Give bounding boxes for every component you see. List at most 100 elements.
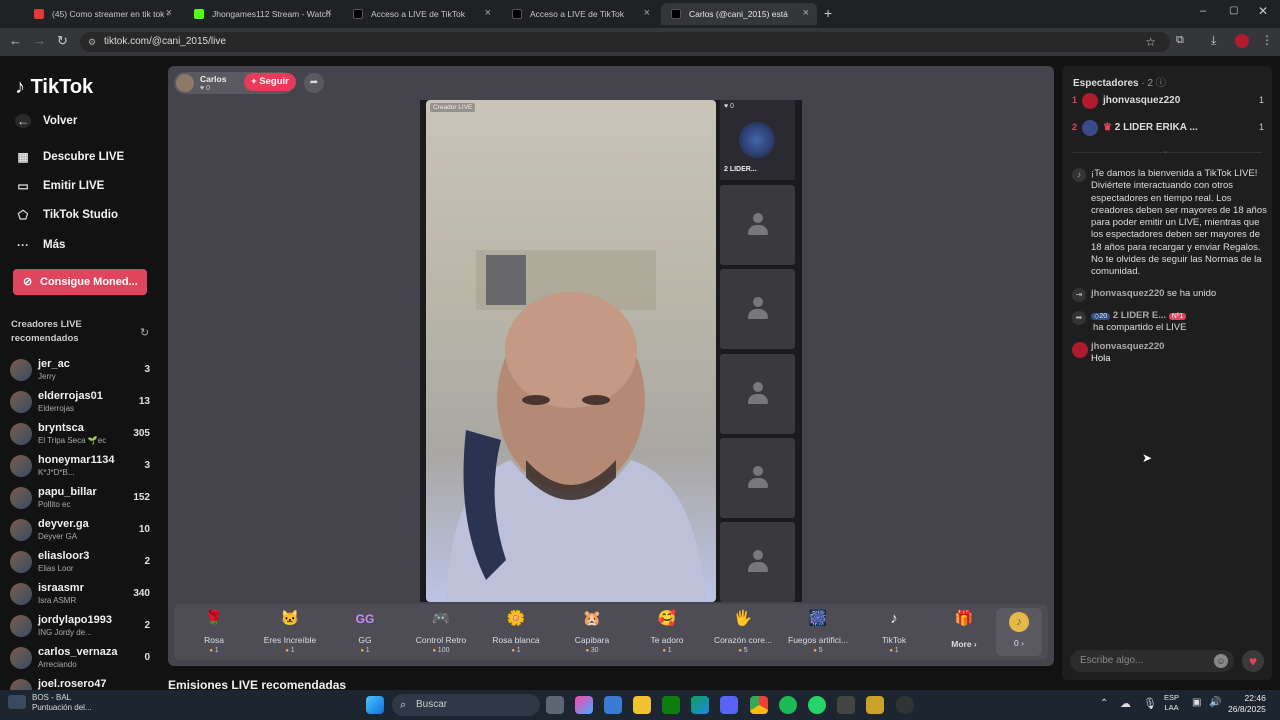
- share-icon[interactable]: ➦: [304, 73, 324, 93]
- like-heart-button[interactable]: ♥: [1242, 650, 1264, 672]
- close-tab-icon[interactable]: ×: [485, 7, 491, 19]
- back-link[interactable]: ← Volver: [15, 114, 77, 128]
- browser-tab-active[interactable]: Carlos (@cani_2015) está ×: [661, 3, 817, 25]
- task-view-icon[interactable]: [546, 696, 564, 714]
- spotify-icon[interactable]: [779, 696, 797, 714]
- event-user[interactable]: 2 LIDER E...: [1113, 310, 1166, 321]
- copilot-icon[interactable]: [575, 696, 593, 714]
- nav-more[interactable]: ··· Más: [15, 238, 65, 252]
- gift-name: Corazón core...: [713, 635, 773, 645]
- file-explorer-icon[interactable]: [633, 696, 651, 714]
- guest-slot[interactable]: ♥ 0 2 LIDER...: [720, 100, 795, 180]
- help-icon[interactable]: ⓘ: [1156, 78, 1166, 89]
- browser-tab[interactable]: Acceso a LIVE de TikTok ×: [343, 3, 499, 25]
- tab-title: Acceso a LIVE de TikTok: [530, 9, 625, 19]
- taskbar-search[interactable]: ⌕ Buscar: [392, 694, 540, 716]
- close-tab-icon[interactable]: ×: [803, 7, 809, 19]
- chrome-icon[interactable]: [750, 696, 768, 714]
- gift-item[interactable]: 🎮 Control Retro 100: [404, 608, 478, 654]
- profile-avatar[interactable]: [1235, 34, 1249, 48]
- gift-item[interactable]: 🌼 Rosa blanca 1: [479, 608, 553, 654]
- creator-item[interactable]: israasmr Isra ASMR 340: [10, 580, 150, 608]
- close-tab-icon[interactable]: ×: [326, 7, 332, 19]
- event-user[interactable]: jhonvasquez220: [1091, 288, 1164, 299]
- tiktok-logo[interactable]: ♪ TikTok: [15, 76, 93, 99]
- creator-item[interactable]: honeymar1134 K*J*D*B... 3: [10, 452, 150, 480]
- xbox-icon[interactable]: [662, 696, 680, 714]
- comment-user[interactable]: jhonvasquez220: [1091, 341, 1164, 352]
- creator-item[interactable]: deyver.ga Deyver GA 10: [10, 516, 150, 544]
- nav-tiktok-studio[interactable]: ⬠ TikTok Studio: [15, 208, 118, 222]
- empty-guest-slot[interactable]: [720, 269, 795, 349]
- cloud-icon[interactable]: ☁: [1120, 697, 1131, 710]
- gift-item[interactable]: 🌹 Rosa 1: [177, 608, 251, 654]
- browser-tab[interactable]: (45) Como streamer en tik tok - ×: [24, 3, 180, 25]
- get-coins-button[interactable]: ⊘ Consigue Moned...: [13, 269, 147, 295]
- edge-icon[interactable]: [691, 696, 709, 714]
- whatsapp-icon[interactable]: [808, 696, 826, 714]
- windows-start-icon[interactable]: [366, 696, 384, 714]
- coin-balance-button[interactable]: ♪ 0 ›: [996, 608, 1042, 656]
- forward-icon[interactable]: →: [33, 33, 46, 48]
- site-info-icon[interactable]: ⚙: [88, 32, 96, 52]
- creator-item[interactable]: jer_ac Jerry 3: [10, 356, 150, 384]
- creator-name: jer_ac: [38, 358, 70, 370]
- follow-button[interactable]: + Seguir: [244, 73, 296, 91]
- clock[interactable]: 22:46 26/8/2025: [1228, 693, 1266, 715]
- obs-icon[interactable]: [896, 696, 914, 714]
- more-gifts-button[interactable]: 🎁 More ›: [944, 608, 984, 649]
- minimize-icon[interactable]: –: [1200, 5, 1206, 17]
- chevron-down-icon[interactable]: ⌄: [1162, 146, 1169, 155]
- creator-item[interactable]: elderrojas01 Elderrojas 13: [10, 388, 150, 416]
- nav-go-live[interactable]: ▭ Emitir LIVE: [15, 179, 104, 193]
- gift-item[interactable]: ♪ TikTok 1: [857, 608, 931, 654]
- creator-item[interactable]: bryntsca El Tripa Seca 🌱ec 305: [10, 420, 150, 448]
- creator-item[interactable]: papu_billar Pollito ec 152: [10, 484, 150, 512]
- gift-item[interactable]: 🐹 Capibara 30: [555, 608, 629, 654]
- browser-tab[interactable]: Jhongames112 Stream - Watch ×: [184, 3, 340, 25]
- close-tab-icon[interactable]: ×: [644, 7, 650, 19]
- bookmark-star-icon[interactable]: ☆: [1145, 32, 1156, 52]
- close-tab-icon[interactable]: ×: [166, 7, 172, 19]
- chevron-up-icon[interactable]: ⌃: [1100, 698, 1108, 709]
- gift-item[interactable]: 🥰 Te adoro 1: [630, 608, 704, 654]
- chat-input[interactable]: Escribe algo... ☺: [1070, 650, 1234, 672]
- empty-guest-slot[interactable]: [720, 185, 795, 265]
- emoji-icon[interactable]: ☺: [1214, 654, 1228, 668]
- extensions-icon[interactable]: ⧉: [1176, 34, 1184, 47]
- new-tab-icon[interactable]: +: [824, 5, 832, 21]
- chatgpt-icon[interactable]: [837, 696, 855, 714]
- store-icon[interactable]: [604, 696, 622, 714]
- browser-tab[interactable]: Acceso a LIVE de TikTok ×: [502, 3, 658, 25]
- refresh-icon[interactable]: ↻: [140, 326, 149, 339]
- menu-icon[interactable]: ⋮: [1261, 33, 1273, 47]
- gift-item[interactable]: 🖐 Corazón core... 5: [706, 608, 780, 654]
- empty-guest-slot[interactable]: [720, 438, 795, 518]
- creator-item[interactable]: eliasloor3 Elias Loor 2: [10, 548, 150, 576]
- display-icon[interactable]: ▣: [1192, 697, 1201, 708]
- microphone-icon[interactable]: 🎙: [1143, 697, 1157, 710]
- gift-item[interactable]: 🎆 Fuegos artifici... 5: [781, 608, 855, 654]
- maximize-icon[interactable]: ▢: [1229, 5, 1238, 16]
- gift-item[interactable]: 🐱 Eres Increíble 1: [253, 608, 327, 654]
- app-icon[interactable]: [866, 696, 884, 714]
- viewer-row[interactable]: 2 ♛ 2 LIDER ERIKA ... 1: [1072, 119, 1264, 137]
- reload-icon[interactable]: ↻: [57, 33, 68, 49]
- creator-item[interactable]: jordylapo1993 ING Jordy de... 2: [10, 612, 150, 640]
- nav-discover-live[interactable]: ▦ Descubre LIVE: [15, 150, 124, 164]
- main-video[interactable]: Creador LIVE: [426, 100, 716, 602]
- download-icon[interactable]: ⤓: [1211, 33, 1216, 48]
- close-window-icon[interactable]: ✕: [1258, 4, 1268, 18]
- url-field[interactable]: ⚙ tiktok.com/@cani_2015/live ☆: [80, 32, 1170, 52]
- creator-item[interactable]: joel.rosero47: [10, 676, 150, 690]
- discord-icon[interactable]: [720, 696, 738, 714]
- weather-widget[interactable]: BOS - BAL Puntuación del...: [8, 693, 92, 713]
- language-indicator[interactable]: ESP LAA: [1164, 693, 1179, 713]
- creator-item[interactable]: carlos_vernaza Arreciando 0: [10, 644, 150, 672]
- gift-item[interactable]: GG GG 1: [328, 608, 402, 654]
- empty-guest-slot[interactable]: [720, 354, 795, 434]
- empty-guest-slot[interactable]: [720, 522, 795, 602]
- viewer-row[interactable]: 1 jhonvasquez220 1: [1072, 92, 1264, 110]
- volume-icon[interactable]: 🔊: [1209, 697, 1221, 708]
- back-icon[interactable]: ←: [9, 33, 22, 48]
